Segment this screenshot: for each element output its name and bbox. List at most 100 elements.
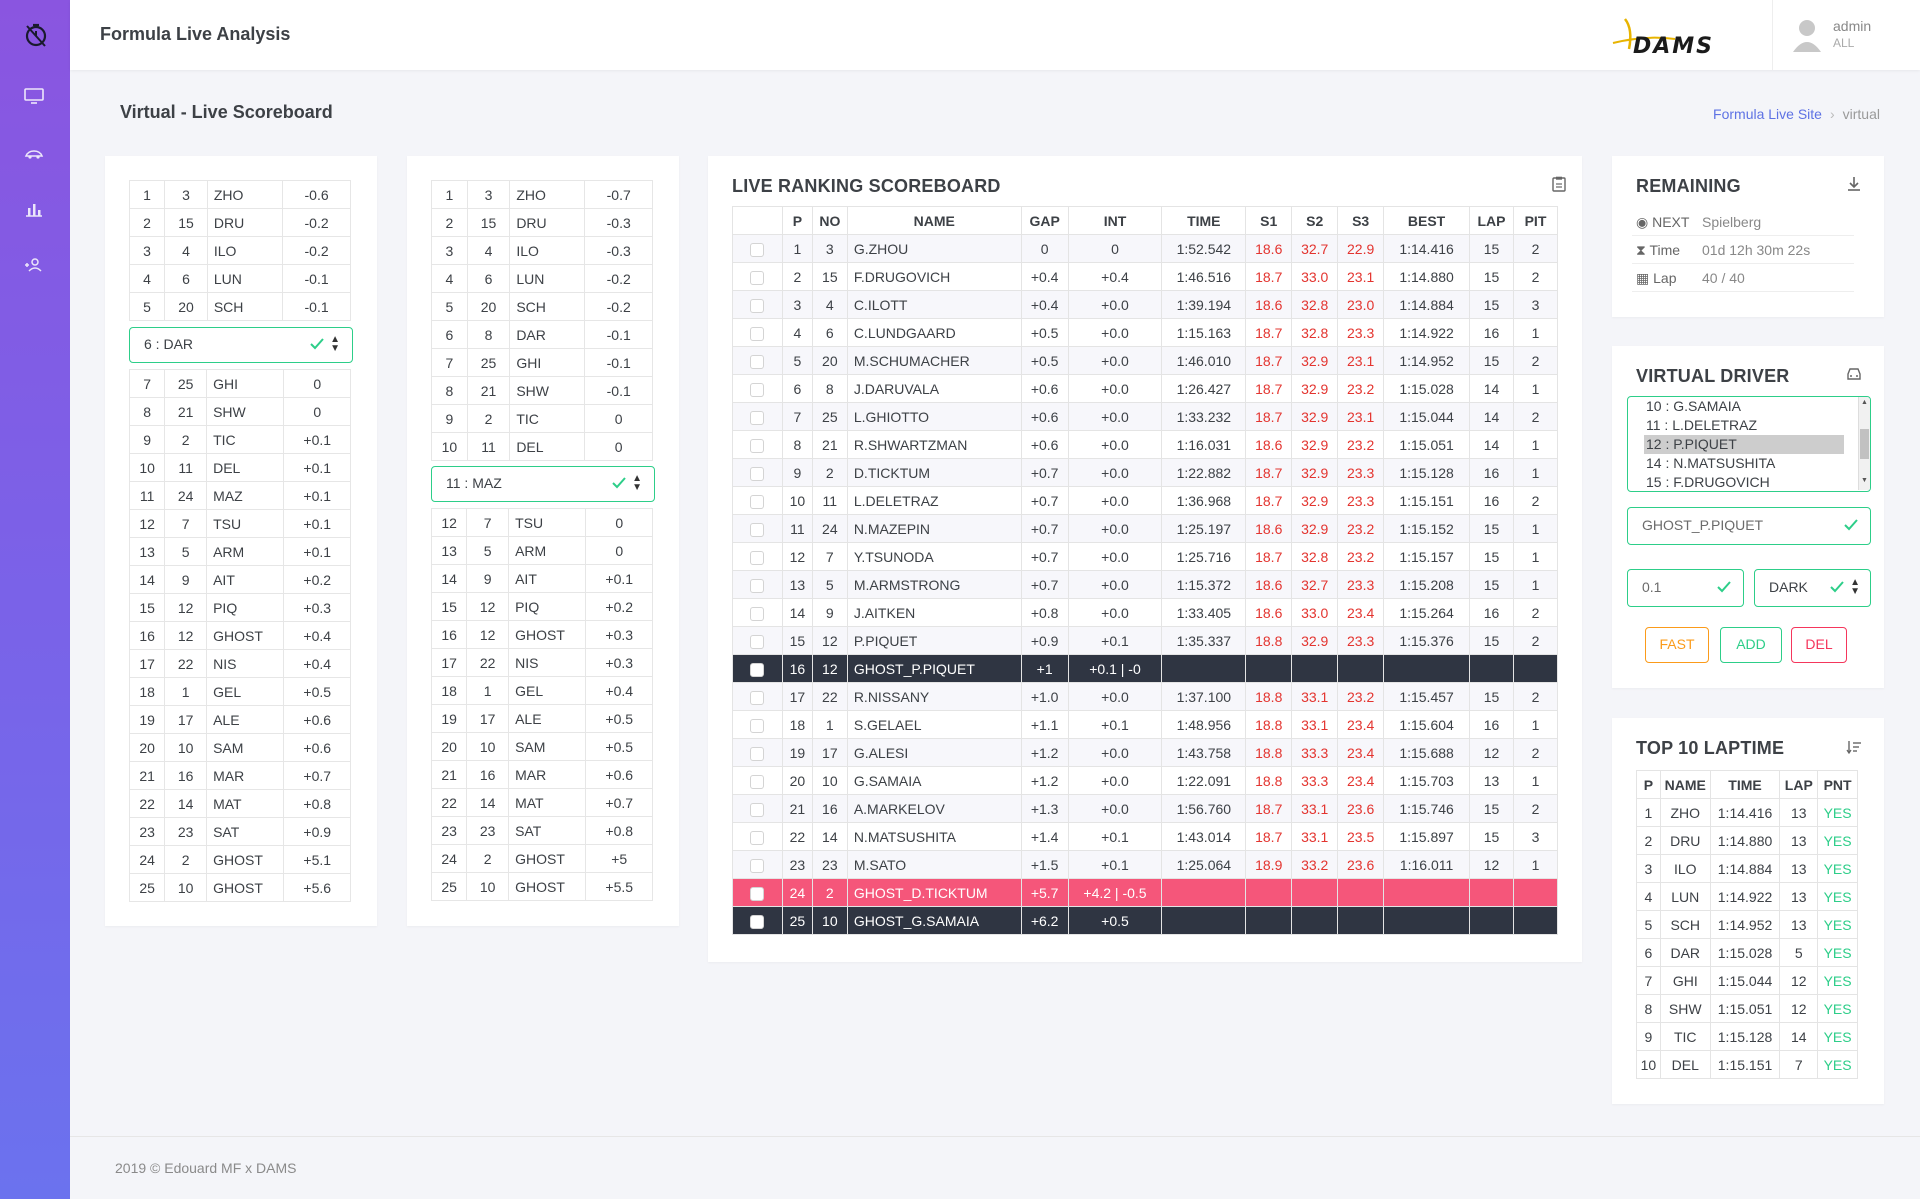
row-checkbox[interactable] xyxy=(750,494,765,509)
ranking-col-header[interactable] xyxy=(732,206,783,235)
row-checkbox[interactable] xyxy=(750,326,765,341)
row-select-cell[interactable] xyxy=(732,626,783,655)
row-checkbox[interactable] xyxy=(750,354,765,369)
driver-listbox[interactable]: 10 : G.SAMAIA 11 : L.DELETRAZ 12 : P.PIQ… xyxy=(1627,396,1871,492)
clipboard-icon[interactable] xyxy=(1552,176,1566,192)
del-button[interactable]: DEL xyxy=(1791,627,1847,663)
row-select-cell[interactable] xyxy=(732,346,783,375)
stopwatch-icon[interactable] xyxy=(23,22,49,48)
ranking-row[interactable]: 8 21 R.SHWARTZMAN +0.6 +0.0 1:16.031 18.6 32.9 2… xyxy=(732,430,1559,459)
row-checkbox[interactable] xyxy=(750,746,765,761)
ranking-col-header[interactable]: BEST xyxy=(1383,206,1471,235)
row-select-cell[interactable] xyxy=(732,262,783,291)
row-select-cell[interactable] xyxy=(732,878,783,907)
row-select-cell[interactable] xyxy=(732,234,783,263)
ranking-row[interactable]: 2 15 F.DRUGOVICH +0.4 +0.4 1:46.516 18.7 33.0 23… xyxy=(732,262,1559,291)
ranking-row[interactable]: 18 1 S.GELAEL +1.1 +0.1 1:48.956 18.8 33.1 23.4 1… xyxy=(732,710,1559,739)
ranking-col-header[interactable]: TIME xyxy=(1161,206,1247,235)
top10-col-header[interactable]: TIME xyxy=(1709,770,1781,799)
row-checkbox[interactable] xyxy=(750,382,765,397)
row-checkbox[interactable] xyxy=(750,690,765,705)
row-select-cell[interactable] xyxy=(732,458,783,487)
row-select-cell[interactable] xyxy=(732,738,783,767)
row-select-cell[interactable] xyxy=(732,430,783,459)
ranking-row[interactable]: 21 16 A.MARKELOV +1.3 +0.0 1:56.760 18.7 33.1 23… xyxy=(732,794,1559,823)
row-checkbox[interactable] xyxy=(750,242,765,257)
row-checkbox[interactable] xyxy=(750,466,765,481)
ranking-row[interactable]: 14 9 J.AITKEN +0.8 +0.0 1:33.405 18.6 33.0 23.4 1… xyxy=(732,598,1559,627)
row-select-cell[interactable] xyxy=(732,682,783,711)
row-checkbox[interactable] xyxy=(750,830,765,845)
ranking-row[interactable]: 4 6 C.LUNDGAARD +0.5 +0.0 1:15.163 18.7 32.8 23.… xyxy=(732,318,1559,347)
row-select-cell[interactable] xyxy=(732,906,783,935)
ranking-col-header[interactable]: S3 xyxy=(1337,206,1385,235)
ranking-row[interactable]: 23 23 M.SATO +1.5 +0.1 1:25.064 18.9 33.2 23.6 1:… xyxy=(732,850,1559,879)
row-select-cell[interactable] xyxy=(732,570,783,599)
listbox-scrollbar[interactable]: ▲ ▼ xyxy=(1858,397,1870,490)
ranking-row[interactable]: 16 12 GHOST_P.PIQUET +1 +0.1 | -0 xyxy=(732,654,1559,683)
row-select-cell[interactable] xyxy=(732,402,783,431)
row-select-cell[interactable] xyxy=(732,850,783,879)
row-select-cell[interactable] xyxy=(732,598,783,627)
add-button[interactable]: ADD xyxy=(1720,627,1782,663)
row-checkbox[interactable] xyxy=(750,550,765,565)
user-menu[interactable]: admin ALL xyxy=(1772,0,1920,70)
row-checkbox[interactable] xyxy=(750,662,765,677)
top10-col-header[interactable]: PNT xyxy=(1817,770,1858,799)
ranking-row[interactable]: 6 8 J.DARUVALA +0.6 +0.0 1:26.427 18.7 32.9 23.2… xyxy=(732,374,1559,403)
car-icon[interactable] xyxy=(23,145,45,163)
row-select-cell[interactable] xyxy=(732,710,783,739)
ranking-row[interactable]: 12 7 Y.TSUNODA +0.7 +0.0 1:25.716 18.7 32.8 23.2… xyxy=(732,542,1559,571)
row-checkbox[interactable] xyxy=(750,270,765,285)
ranking-row[interactable]: 17 22 R.NISSANY +1.0 +0.0 1:37.100 18.8 33.1 23.… xyxy=(732,682,1559,711)
row-select-cell[interactable] xyxy=(732,542,783,571)
ranking-col-header[interactable]: INT xyxy=(1067,206,1163,235)
ranking-row[interactable]: 7 25 L.GHIOTTO +0.6 +0.0 1:33.232 18.7 32.9 23.1… xyxy=(732,402,1559,431)
driver-option[interactable]: 14 : N.MATSUSHITA xyxy=(1644,454,1844,473)
ranking-row[interactable]: 22 14 N.MATSUSHITA +1.4 +0.1 1:43.014 18.7 33.1… xyxy=(732,822,1559,851)
row-checkbox[interactable] xyxy=(750,606,765,621)
top10-col-header[interactable]: NAME xyxy=(1659,770,1711,799)
row-checkbox[interactable] xyxy=(750,410,765,425)
download-icon[interactable] xyxy=(1846,176,1862,192)
row-select-cell[interactable] xyxy=(732,374,783,403)
row-checkbox[interactable] xyxy=(750,858,765,873)
row-select-cell[interactable] xyxy=(732,514,783,543)
mode-select[interactable]: DARK ▲ ▼ xyxy=(1754,569,1871,607)
row-checkbox[interactable] xyxy=(750,914,765,929)
row-select-cell[interactable] xyxy=(732,822,783,851)
driver-option[interactable]: 11 : L.DELETRAZ xyxy=(1644,416,1844,435)
scroll-thumb[interactable] xyxy=(1860,429,1869,459)
row-select-cell[interactable] xyxy=(732,654,783,683)
ranking-row[interactable]: 25 10 GHOST_G.SAMAIA +6.2 +0.5 xyxy=(732,906,1559,935)
ranking-row[interactable]: 5 20 M.SCHUMACHER +0.5 +0.0 1:46.010 18.7 32.9 2… xyxy=(732,346,1559,375)
row-checkbox[interactable] xyxy=(750,886,765,901)
top10-col-header[interactable]: LAP xyxy=(1779,770,1819,799)
sort-icon[interactable] xyxy=(1846,740,1862,754)
row-select-cell[interactable] xyxy=(732,290,783,319)
driver-select-2[interactable]: 11 : MAZ ▲ ▼ xyxy=(431,466,655,502)
breadcrumb-home-link[interactable]: Formula Live Site xyxy=(1713,106,1822,122)
ranking-col-header[interactable]: NAME xyxy=(846,206,1022,235)
bar-chart-icon[interactable] xyxy=(23,200,45,218)
row-checkbox[interactable] xyxy=(750,802,765,817)
car-front-icon[interactable] xyxy=(1846,367,1862,381)
ranking-col-header[interactable]: PIT xyxy=(1512,206,1559,235)
ranking-row[interactable]: 10 11 L.DELETRAZ +0.7 +0.0 1:36.968 18.7 32.9 23… xyxy=(732,486,1559,515)
row-checkbox[interactable] xyxy=(750,578,765,593)
row-select-cell[interactable] xyxy=(732,766,783,795)
row-checkbox[interactable] xyxy=(750,438,765,453)
row-checkbox[interactable] xyxy=(750,298,765,313)
row-checkbox[interactable] xyxy=(750,522,765,537)
ranking-col-header[interactable]: GAP xyxy=(1020,206,1069,235)
ranking-col-header[interactable]: S1 xyxy=(1245,206,1293,235)
scroll-down-icon[interactable]: ▼ xyxy=(1861,477,1868,484)
ranking-col-header[interactable]: S2 xyxy=(1291,206,1339,235)
row-select-cell[interactable] xyxy=(732,486,783,515)
row-checkbox[interactable] xyxy=(750,634,765,649)
ranking-row[interactable]: 3 4 C.ILOTT +0.4 +0.0 1:39.194 18.6 32.8 23.0 1:1… xyxy=(732,290,1559,319)
ranking-row[interactable]: 19 17 G.ALESI +1.2 +0.0 1:43.758 18.8 33.3 23.4 1… xyxy=(732,738,1559,767)
ghost-name-input[interactable]: GHOST_P.PIQUET xyxy=(1627,507,1871,545)
ranking-col-header[interactable]: NO xyxy=(811,206,848,235)
fast-button[interactable]: FAST xyxy=(1645,627,1709,663)
